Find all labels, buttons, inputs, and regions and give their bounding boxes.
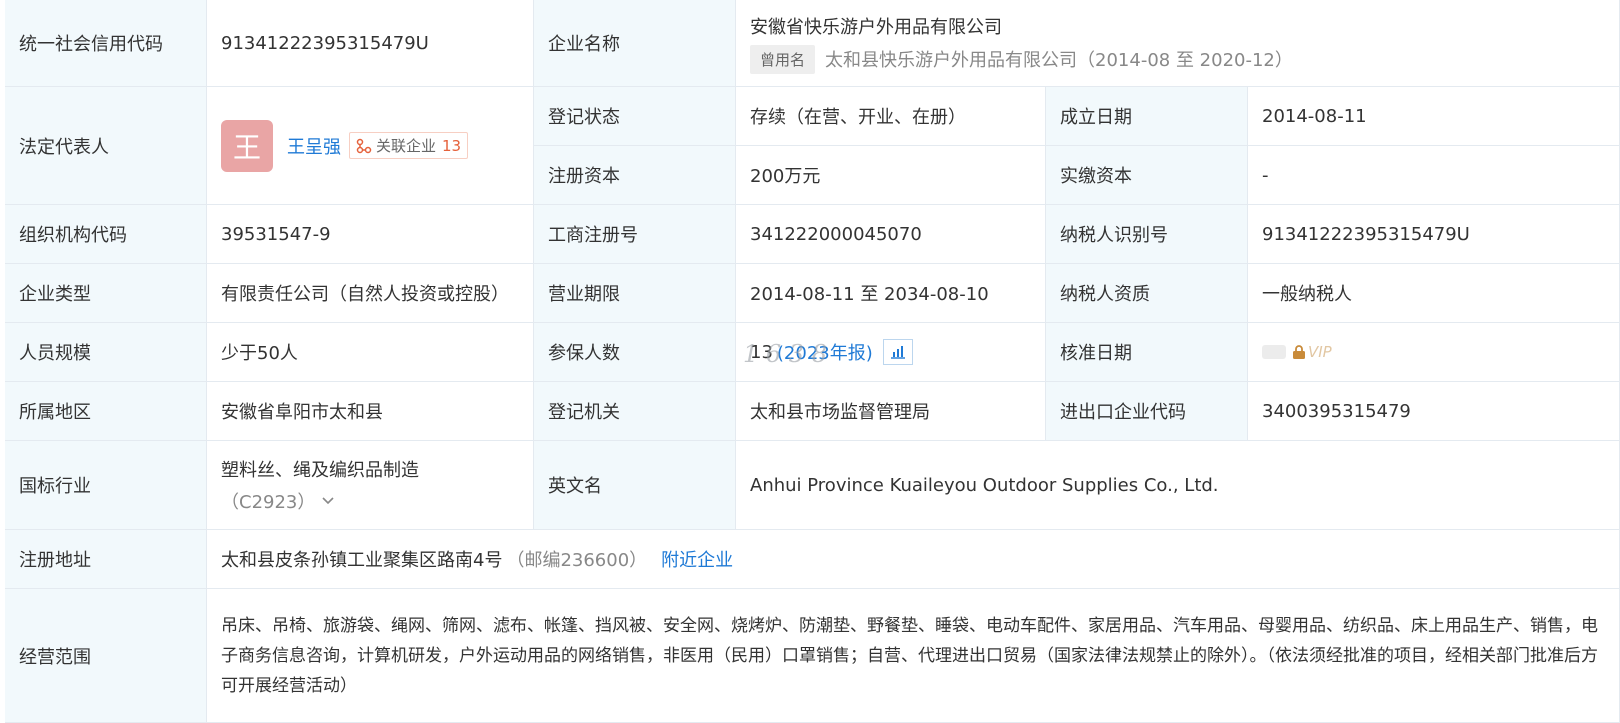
label-found-date: 成立日期 — [1046, 87, 1248, 146]
vip-lock[interactable]: VIP — [1292, 343, 1332, 361]
industry-code: （C2923） — [221, 492, 316, 513]
label-reg-status: 登记状态 — [534, 87, 736, 146]
label-industry: 国标行业 — [5, 441, 207, 530]
value-approval-date[interactable]: VIP — [1248, 323, 1620, 382]
legal-rep-name-link[interactable]: 王呈强 — [287, 133, 341, 159]
business-info-table: 统一社会信用代码 91341222395315479U 企业名称 安徽省快乐游户… — [0, 0, 1620, 723]
label-insured-count: 参保人数 — [534, 323, 736, 382]
value-paid-capital: - — [1248, 146, 1620, 205]
value-reg-address: 太和县皮条孙镇工业聚集区路南4号 （邮编236600） 附近企业 — [207, 530, 1620, 589]
label-legal-rep: 法定代表人 — [5, 87, 207, 205]
value-insured-count: 13 (2023年报) — [736, 323, 1046, 382]
trend-chart-button[interactable] — [882, 339, 913, 365]
former-name-period: （2014-08 至 2020-12） — [1077, 50, 1293, 71]
label-import-export-code: 进出口企业代码 — [1046, 382, 1248, 441]
label-reg-capital: 注册资本 — [534, 146, 736, 205]
value-found-date: 2014-08-11 — [1248, 87, 1620, 146]
value-credit-code[interactable]: 91341222395315479U — [207, 0, 534, 87]
label-english-name: 英文名 — [534, 441, 736, 530]
label-region: 所属地区 — [5, 382, 207, 441]
value-company-name: 安徽省快乐游户外用品有限公司 曾用名 太和县快乐游户外用品有限公司 （2014-… — [736, 0, 1620, 87]
nearby-companies-link[interactable]: 附近企业 — [661, 546, 733, 572]
label-taxpayer-id: 纳税人识别号 — [1046, 205, 1248, 264]
label-reg-authority: 登记机关 — [534, 382, 736, 441]
value-legal-rep: 王 王呈强 关联企业 13 — [207, 87, 534, 205]
value-reg-authority: 太和县市场监督管理局 — [736, 382, 1046, 441]
industry-code-toggle[interactable]: （C2923） — [221, 488, 335, 514]
value-region: 安徽省阜阳市太和县 — [207, 382, 534, 441]
value-biz-term: 2014-08-11 至 2034-08-10 — [736, 264, 1046, 323]
label-biz-scope: 经营范围 — [5, 589, 207, 723]
value-reg-status: 存续（在营、开业、在册） — [736, 87, 1046, 146]
value-english-name[interactable]: Anhui Province Kuaileyou Outdoor Supplie… — [736, 441, 1620, 530]
chevron-down-icon — [322, 497, 334, 505]
value-staff-size: 少于50人 — [207, 323, 534, 382]
value-import-export-code: 3400395315479 — [1248, 382, 1620, 441]
value-biz-scope: 吊床、吊椅、旅游袋、绳网、筛网、滤布、帐篷、挡风被、安全网、烧烤炉、防潮垫、野餐… — [207, 589, 1620, 723]
value-org-code: 39531547-9 — [207, 205, 534, 264]
label-taxpayer-qual: 纳税人资质 — [1046, 264, 1248, 323]
vip-label: VIP — [1308, 343, 1332, 361]
insured-annual-report-link[interactable]: (2023年报) — [777, 339, 873, 365]
label-company-type: 企业类型 — [5, 264, 207, 323]
label-org-code: 组织机构代码 — [5, 205, 207, 264]
former-name[interactable]: 太和县快乐游户外用品有限公司 — [825, 46, 1077, 72]
value-biz-reg-no: 341222000045070 — [736, 205, 1046, 264]
label-credit-code: 统一社会信用代码 — [5, 0, 207, 87]
former-name-tag: 曾用名 — [750, 44, 816, 74]
network-icon — [356, 138, 372, 153]
associated-companies-badge[interactable]: 关联企业 13 — [349, 132, 469, 159]
label-company-name: 企业名称 — [534, 0, 736, 87]
blurred-date-placeholder — [1262, 345, 1286, 359]
label-approval-date: 核准日期 — [1046, 323, 1248, 382]
former-name-row: 曾用名 太和县快乐游户外用品有限公司 （2014-08 至 2020-12） — [750, 44, 1293, 74]
legal-rep-avatar[interactable]: 王 — [221, 119, 273, 172]
label-paid-capital: 实缴资本 — [1046, 146, 1248, 205]
value-industry: 塑料丝、绳及编织品制造 （C2923） — [207, 441, 534, 530]
value-company-type: 有限责任公司（自然人投资或控股） — [207, 264, 534, 323]
label-biz-term: 营业期限 — [534, 264, 736, 323]
label-reg-address: 注册地址 — [5, 530, 207, 589]
company-name-text[interactable]: 安徽省快乐游户外用品有限公司 — [750, 13, 1002, 39]
value-reg-capital: 200万元 — [736, 146, 1046, 205]
value-taxpayer-id: 91341222395315479U — [1248, 205, 1620, 264]
associated-companies-count: 13 — [442, 136, 462, 155]
bar-chart-icon — [890, 346, 905, 359]
postcode: （邮编236600） — [506, 550, 648, 571]
industry-name: 塑料丝、绳及编织品制造 — [221, 460, 419, 481]
value-taxpayer-qual: 一般纳税人 — [1248, 264, 1620, 323]
label-staff-size: 人员规模 — [5, 323, 207, 382]
lock-icon — [1293, 345, 1305, 359]
insured-count: 13 — [750, 341, 773, 363]
label-biz-reg-no: 工商注册号 — [534, 205, 736, 264]
associated-companies-label: 关联企业 — [376, 137, 437, 155]
reg-address-text[interactable]: 太和县皮条孙镇工业聚集区路南4号 — [221, 546, 502, 572]
